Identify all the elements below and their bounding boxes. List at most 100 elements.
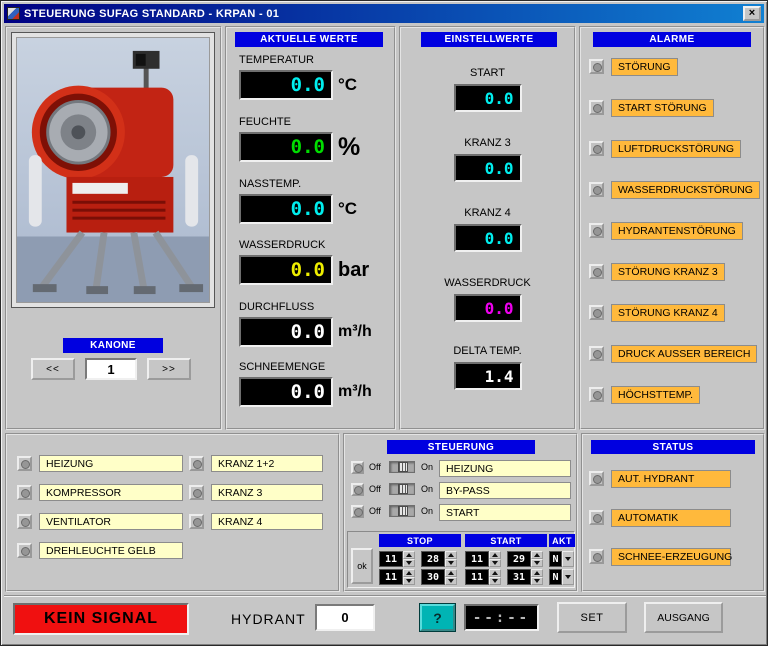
einstell-row: DELTA TEMP. 1.4 [399,345,576,390]
toggle-label: HEIZUNG [439,460,571,477]
spin-down-button[interactable] [531,559,543,567]
alarm-label: HÖCHSTTEMP. [611,386,700,404]
spin-down-button[interactable] [445,559,457,567]
alarm-label: STÖRUNG KRANZ 3 [611,263,725,281]
steuerung-header: STEUERUNG [387,440,535,454]
spin-up-button[interactable] [403,551,415,559]
device-led [17,514,32,529]
value-label: FEUCHTE [239,116,391,128]
aktuelle-row: NASSTEMP. 0.0 °C [239,178,391,224]
lcd-value: 0.0 [291,259,325,281]
kanone-prev-button[interactable]: << [31,358,75,380]
lcd-value: 0.0 [291,381,325,403]
unit-label: m³/h [338,383,372,401]
cannon-photo [11,32,215,308]
toggle-handle [398,484,408,494]
status-header: STATUS [591,440,755,454]
ausgang-button[interactable]: AUSGANG [644,602,723,633]
divider [4,595,766,597]
toggle-led [351,483,364,496]
spinner-value: 29 [507,551,531,567]
spinner-value: 31 [507,569,531,585]
stop-hour-spinner: 11 [379,569,415,585]
spinner-value: 28 [421,551,445,567]
toggle-handle [398,506,408,516]
dropdown-value: N [549,569,562,585]
on-label: On [421,506,433,516]
alarm-led [589,223,604,238]
spin-up-button[interactable] [403,569,415,577]
spin-up-button[interactable] [445,569,457,577]
device-label: VENTILATOR [39,513,183,530]
einstellwerte-header: EINSTELLWERTE [421,32,557,47]
start-minute-spinner: 31 [507,569,543,585]
app-window: STEUERUNG SUFAG STANDARD - KRPAN - 01 × [0,0,768,646]
on-label: On [421,484,433,494]
dropdown-value: N [549,551,562,567]
title-bar: STEUERUNG SUFAG STANDARD - KRPAN - 01 × [4,4,764,23]
device-led [189,514,204,529]
aktuelle-werte-header: AKTUELLE WERTE [235,32,383,47]
spin-down-button[interactable] [403,577,415,585]
start-toggle[interactable] [389,505,415,517]
status-led [589,510,604,525]
app-icon [7,7,20,20]
chevron-down-icon[interactable] [562,569,574,585]
spin-up-button[interactable] [445,551,457,559]
alarm-label: STÖRUNG [611,58,678,76]
spin-up-button[interactable] [489,551,501,559]
off-label: Off [369,462,381,472]
unit-label: m³/h [338,323,372,341]
kanone-number-input[interactable] [85,358,137,380]
spin-up-button[interactable] [531,569,543,577]
spin-down-button[interactable] [489,559,501,567]
stop-hour-spinner: 11 [379,551,415,567]
set-button[interactable]: SET [557,602,627,633]
alarm-led [589,305,604,320]
chevron-down-icon[interactable] [562,551,574,567]
start-minute-spinner: 29 [507,551,543,567]
aktuelle-row: WASSERDRUCK 0.0 bar [239,239,391,285]
lcd-value: 0.0 [291,321,325,343]
close-icon[interactable]: × [743,6,761,21]
timer-ok-button[interactable]: ok [351,548,373,584]
help-button[interactable]: ? [420,604,455,631]
unit-label: °C [338,75,357,95]
value-label: WASSERDRUCK [239,239,391,251]
spin-down-button[interactable] [403,559,415,567]
start-hour-spinner: 11 [465,569,501,585]
kanone-next-button[interactable]: >> [147,358,191,380]
off-label: Off [369,506,381,516]
akt-column-header: AKT [549,534,575,547]
toggle-label: BY-PASS [439,482,571,499]
device-led [189,485,204,500]
spin-down-button[interactable] [531,577,543,585]
window-title: STEUERUNG SUFAG STANDARD - KRPAN - 01 [24,8,739,20]
lcd-value: 0.0 [485,229,514,248]
alarm-label: LUFTDRUCKSTÖRUNG [611,140,741,158]
alarm-led [589,182,604,197]
alarm-led [589,387,604,402]
spinner-value: 11 [465,569,489,585]
spin-up-button[interactable] [489,569,501,577]
lcd-value: 0.0 [291,136,325,158]
unit-label: °C [338,199,357,219]
status-label: AUT. HYDRANT [611,470,731,488]
device-label: KRANZ 3 [211,484,323,501]
device-label: HEIZUNG [39,455,183,472]
hydrant-input[interactable] [315,604,375,631]
spin-down-button[interactable] [489,577,501,585]
toggle-handle [398,462,408,472]
spin-up-button[interactable] [531,551,543,559]
lcd-display: 0.0 [239,377,333,407]
heizung-toggle[interactable] [389,461,415,473]
device-led [17,543,32,558]
status-led [589,471,604,486]
alarm-led [589,141,604,156]
bypass-toggle[interactable] [389,483,415,495]
spin-down-button[interactable] [445,577,457,585]
einstell-row: WASSERDRUCK 0.0 [399,277,576,322]
lcd-display: 0.0 [454,154,522,182]
lcd-display: 0.0 [454,294,522,322]
lcd-display: 1.4 [454,362,522,390]
